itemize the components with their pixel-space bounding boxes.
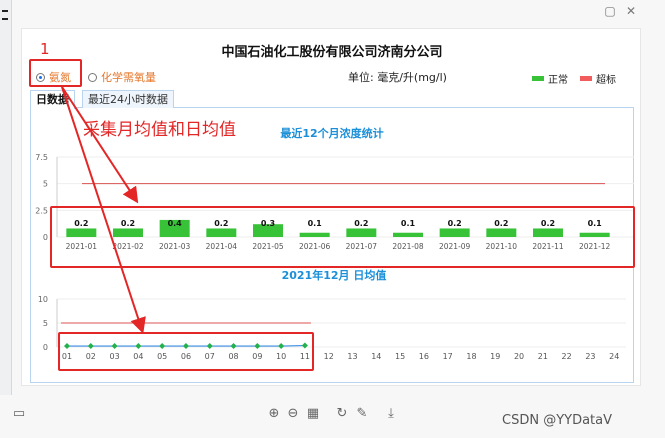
sidebar-icon[interactable]: ▭ [12, 407, 26, 421]
chart-title-daily: 2021年12月 日均值 [282, 268, 387, 282]
x-tick-label: 22 [562, 352, 572, 361]
x-tick-label: 24 [609, 352, 619, 361]
annotation-number: 1 [40, 40, 50, 58]
watermark: CSDN @YYDataV [502, 413, 613, 428]
chart-title-monthly: 最近12个月浓度统计 [280, 126, 383, 140]
annotation-box-radio [29, 59, 82, 87]
rotate-icon[interactable]: ↻ [335, 407, 349, 421]
x-tick-label: 19 [490, 352, 500, 361]
x-tick-label: 16 [419, 352, 429, 361]
close-icon[interactable]: ✕ [624, 4, 638, 18]
y-tick-label: 0 [43, 343, 48, 352]
y-tick-label: 10 [38, 295, 48, 304]
x-tick-label: 15 [395, 352, 405, 361]
x-tick-label: 14 [371, 352, 381, 361]
annotation-box-daily [58, 332, 314, 371]
x-tick-label: 20 [514, 352, 524, 361]
x-tick-label: 12 [324, 352, 334, 361]
restore-icon[interactable]: ▢ [603, 4, 617, 18]
annotation-text: 采集月均值和日均值 [83, 120, 236, 140]
y-tick-label: 5 [43, 319, 48, 328]
zoom-out-icon[interactable]: ⊖ [286, 407, 300, 421]
draw-icon[interactable]: ✎ [355, 407, 369, 421]
edge-marker [2, 18, 8, 20]
y-tick-label: 0 [43, 233, 48, 242]
x-tick-label: 23 [585, 352, 595, 361]
left-edge-strip [0, 0, 12, 438]
x-tick-label: 13 [347, 352, 357, 361]
y-tick-label: 5 [43, 180, 48, 189]
edge-marker [2, 10, 8, 12]
y-tick-label: 7.5 [35, 153, 48, 162]
fit-page-icon[interactable]: ▦ [306, 407, 320, 421]
x-tick-label: 17 [443, 352, 453, 361]
annotation-box-monthly [50, 206, 635, 268]
y-tick-label: 2.5 [35, 206, 48, 215]
document-viewer-window: ▢ ✕ 中国石油化工股份有限公司济南分公司 氨氮 化学需氧量 单位: 毫克/升(… [0, 0, 665, 438]
download-icon[interactable]: ⤓ [384, 407, 398, 421]
x-tick-label: 21 [538, 352, 548, 361]
x-tick-label: 18 [466, 352, 476, 361]
zoom-in-icon[interactable]: ⊕ [267, 407, 281, 421]
